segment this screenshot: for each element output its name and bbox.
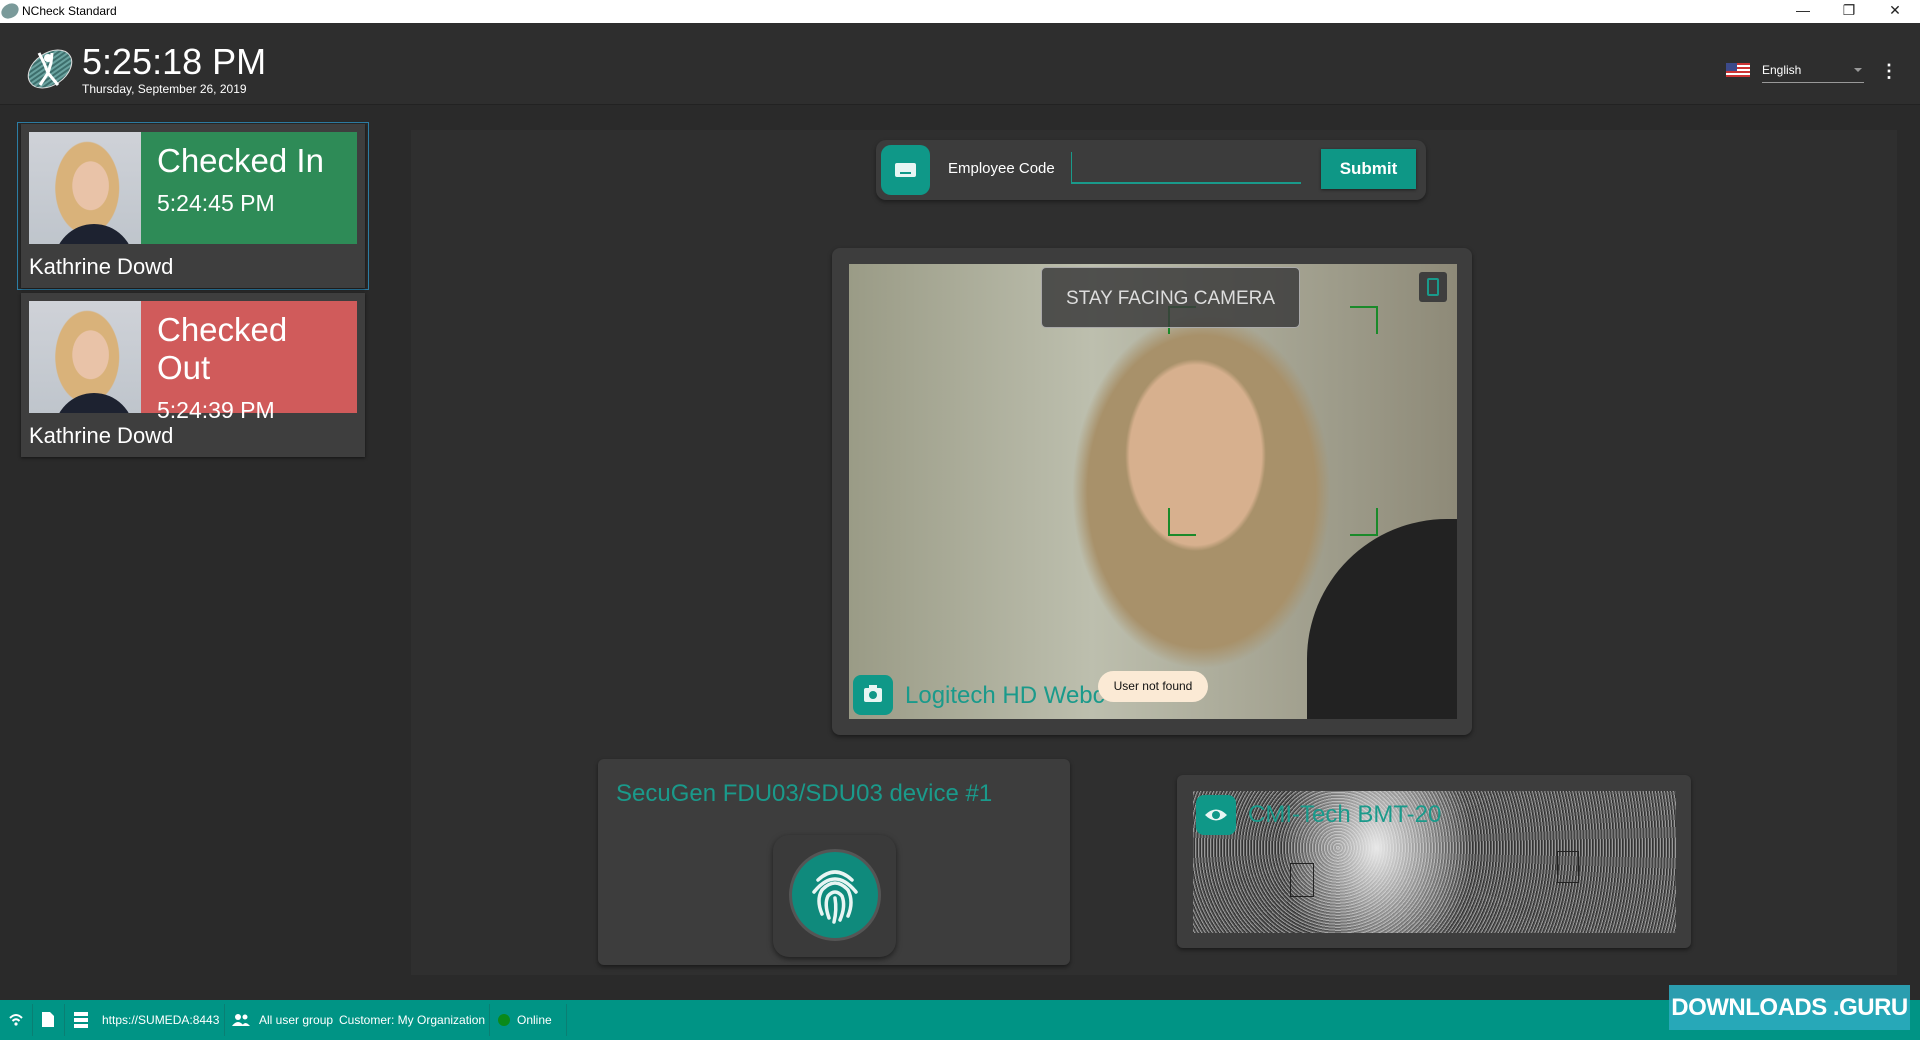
user-photo: [29, 301, 141, 413]
camera-button[interactable]: [853, 675, 893, 715]
eye-marker-left: [1290, 863, 1314, 897]
user-photo: [29, 132, 141, 244]
watermark-text: DOWNLOADS .GURU: [1671, 994, 1908, 1021]
downloads-guru-watermark: DOWNLOADS .GURU: [1669, 985, 1910, 1030]
online-indicator-icon: [498, 1014, 510, 1026]
iris-button[interactable]: [1196, 795, 1236, 835]
ncheck-logo-icon: [27, 49, 73, 89]
server-url: https://SUMEDA:8443: [102, 1013, 220, 1027]
minimize-button[interactable]: —: [1780, 0, 1826, 23]
status-label: Checked In: [157, 142, 324, 179]
users-icon: [232, 1014, 250, 1026]
employee-code-input[interactable]: [1071, 152, 1301, 184]
camera-feed: STAY FACING CAMERA Logitech HD Webc User…: [849, 264, 1457, 719]
user-name: Kathrine Dowd: [29, 423, 174, 448]
camera-panel: STAY FACING CAMERA Logitech HD Webc User…: [832, 248, 1472, 735]
fingerprint-icon: [789, 849, 881, 941]
toast-message: User not found: [1098, 671, 1208, 702]
fingerprint-panel: SecuGen FDU03/SDU03 device #1: [598, 759, 1070, 965]
date: Thursday, September 26, 2019: [82, 82, 247, 96]
submit-button[interactable]: Submit: [1321, 149, 1416, 189]
status-label: Checked Out: [157, 311, 288, 386]
fingerprint-button[interactable]: [773, 835, 896, 957]
face-detection-box: [1168, 306, 1378, 536]
document-icon: [42, 1012, 54, 1027]
wifi-icon: [9, 1014, 23, 1026]
iris-device-name: CMI-Tech BMT-20: [1248, 801, 1442, 828]
close-button[interactable]: ✕: [1872, 0, 1918, 23]
iris-panel: CMI-Tech BMT-20: [1177, 775, 1691, 948]
keyboard-button[interactable]: [881, 145, 930, 195]
camera-hint: STAY FACING CAMERA: [1041, 267, 1300, 328]
employee-code-bar: Employee Code Submit: [876, 140, 1426, 200]
server-icon: [74, 1012, 88, 1028]
eye-icon: [1205, 809, 1227, 821]
app-icon: [0, 0, 22, 22]
chevron-down-icon: [1854, 68, 1862, 76]
camera-icon: [864, 685, 882, 702]
us-flag-icon: [1726, 63, 1750, 77]
event-time: 5:24:39 PM: [157, 397, 275, 423]
webcam-name: Logitech HD Webc: [905, 682, 1105, 709]
status-panel: Checked In 5:24:45 PM: [141, 132, 357, 244]
user-name: Kathrine Dowd: [29, 254, 174, 279]
window-title: NCheck Standard: [22, 4, 117, 18]
restore-button[interactable]: ❐: [1826, 0, 1872, 23]
more-menu-icon[interactable]: ⋮: [1880, 60, 1898, 82]
title-bar: NCheck Standard — ❐ ✕: [0, 0, 1920, 23]
user-group: All user group: [259, 1013, 334, 1027]
language-select[interactable]: English: [1762, 61, 1864, 83]
event-time: 5:24:45 PM: [157, 190, 275, 216]
header: 5:25:18 PM Thursday, September 26, 2019 …: [0, 23, 1920, 105]
status-panel: Checked Out 5:24:39 PM: [141, 301, 357, 423]
language-value: English: [1762, 63, 1802, 77]
employee-code-label: Employee Code: [948, 160, 1055, 177]
rotate-device-icon[interactable]: [1419, 272, 1447, 302]
status-bar: https://SUMEDA:8443 All user group Custo…: [0, 1000, 1920, 1040]
event-card[interactable]: Checked In 5:24:45 PM Kathrine Dowd: [21, 124, 365, 288]
fingerprint-device-name: SecuGen FDU03/SDU03 device #1: [616, 780, 993, 807]
connection-status: Online: [517, 1013, 552, 1027]
event-card[interactable]: Checked Out 5:24:39 PM Kathrine Dowd: [21, 293, 365, 457]
eye-marker-right: [1557, 851, 1579, 883]
customer: Customer: My Organization: [339, 1013, 486, 1027]
clock: 5:25:18 PM: [82, 41, 267, 82]
keyboard-icon: [895, 163, 916, 177]
